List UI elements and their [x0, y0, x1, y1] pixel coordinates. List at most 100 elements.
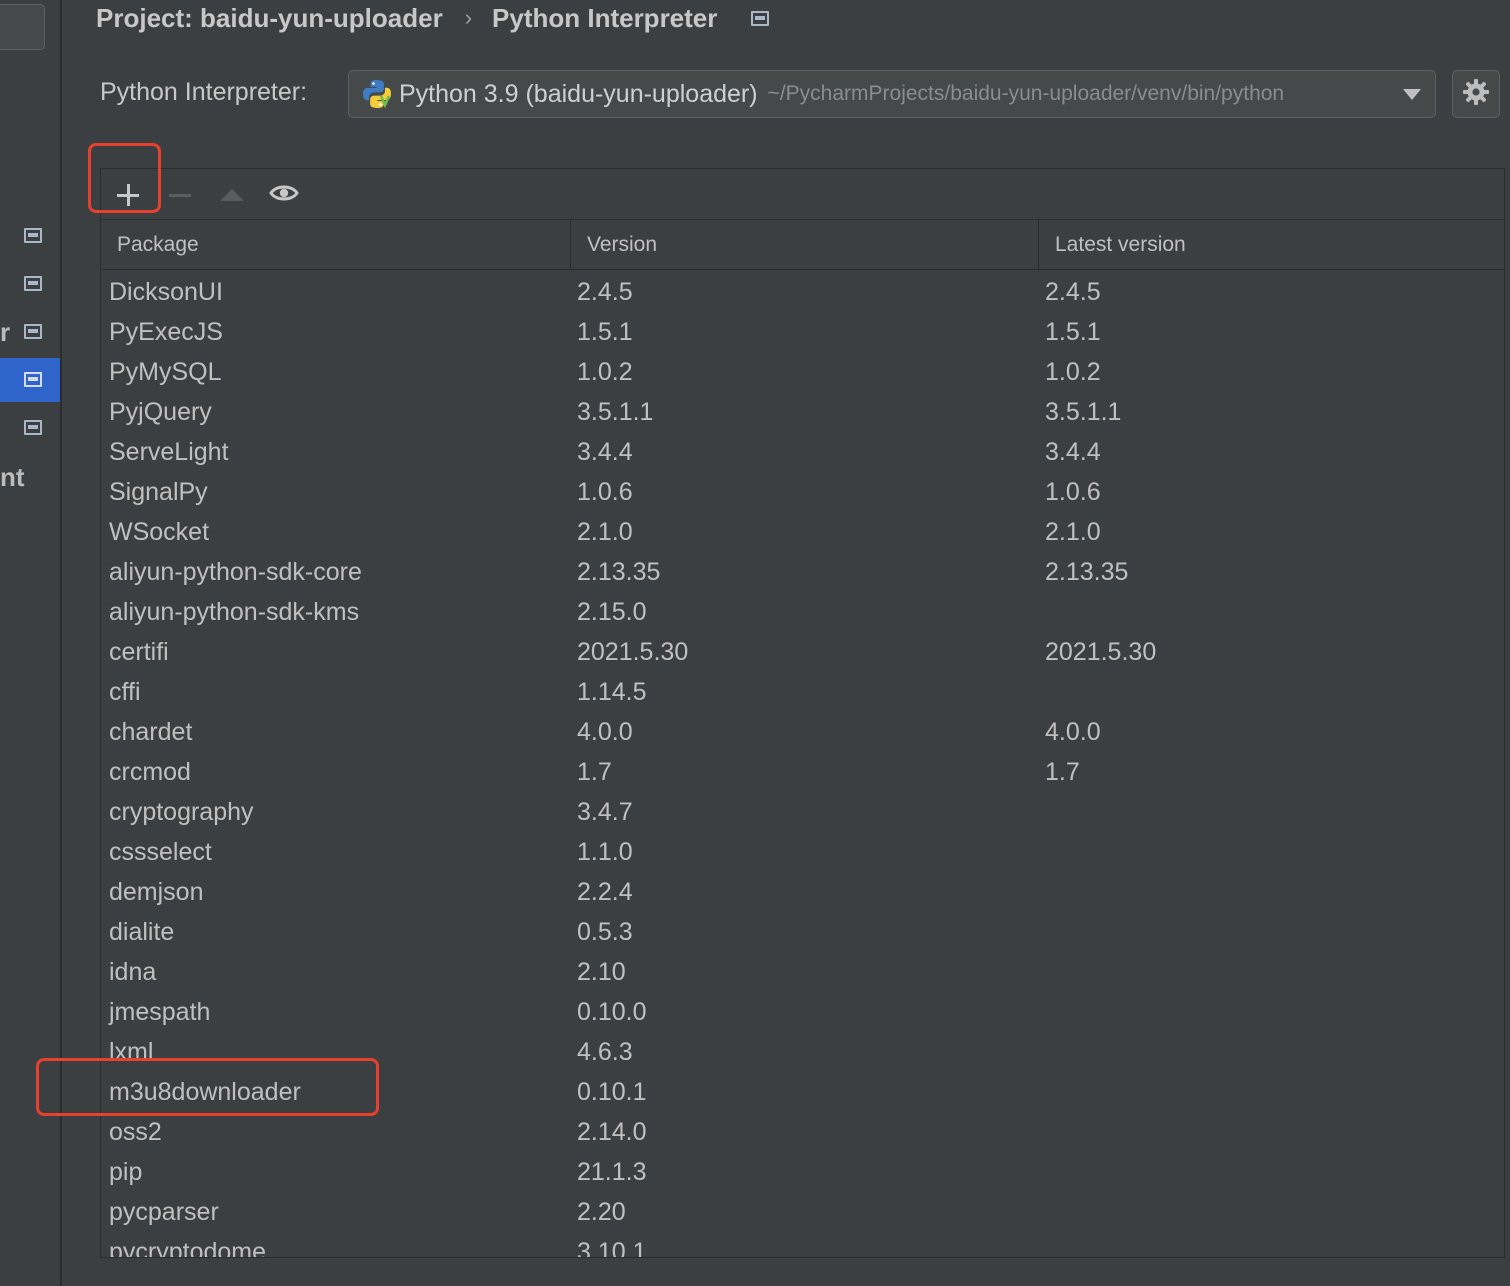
package-name: aliyun-python-sdk-core: [109, 558, 362, 586]
table-row[interactable]: ServeLight 3.4.4 3.4.4: [101, 432, 1504, 472]
package-version: 1.0.2: [577, 358, 633, 386]
package-latest-version: 1.0.2: [1045, 358, 1101, 386]
breadcrumb-separator: ›: [464, 5, 473, 30]
table-row[interactable]: oss2 2.14.0: [101, 1112, 1504, 1152]
column-header-version[interactable]: Version: [571, 220, 1039, 270]
interpreter-name: Python 3.9 (baidu-yun-uploader): [399, 79, 758, 108]
table-row[interactable]: crcmod 1.7 1.7: [101, 752, 1504, 792]
package-name: pycryptodome: [109, 1238, 267, 1257]
package-version: 1.14.5: [577, 678, 647, 706]
settings-dialog: r nt Project: baidu-yun-uploader › Pytho…: [0, 0, 1510, 1286]
package-name: pycparser: [109, 1198, 219, 1226]
interpreter-dropdown[interactable]: Python 3.9 (baidu-yun-uploader) ~/Pychar…: [348, 70, 1436, 118]
settings-search-field[interactable]: [0, 4, 45, 50]
python-venv-icon: [361, 78, 393, 110]
package-version: 4.0.0: [577, 718, 633, 746]
project-settings-icon: [24, 276, 42, 291]
table-row[interactable]: cryptography 3.4.7: [101, 792, 1504, 832]
package-latest-version: 1.0.6: [1045, 478, 1101, 506]
package-version: 2.13.35: [577, 558, 661, 586]
table-header: Package Version Latest version: [101, 220, 1504, 270]
package-version: 1.1.0: [577, 838, 633, 866]
package-version: 2.15.0: [577, 598, 647, 626]
table-row[interactable]: PyExecJS 1.5.1 1.5.1: [101, 312, 1504, 352]
package-version: 2.2.4: [577, 878, 633, 906]
package-name: SignalPy: [109, 478, 208, 506]
package-name: dialite: [109, 918, 175, 946]
column-header-latest-version[interactable]: Latest version: [1039, 220, 1504, 270]
package-name: cssselect: [109, 838, 212, 866]
package-version: 1.0.6: [577, 478, 633, 506]
package-name: ServeLight: [109, 438, 229, 466]
annotation-box-add-button: [88, 143, 161, 213]
package-latest-version: 4.0.0: [1045, 718, 1101, 746]
package-version: 21.1.3: [577, 1158, 647, 1186]
table-row[interactable]: aliyun-python-sdk-kms 2.15.0: [101, 592, 1504, 632]
annotation-box-m3u8downloader: [36, 1058, 379, 1116]
show-early-releases-button[interactable]: [266, 177, 302, 213]
table-row[interactable]: PyMySQL 1.0.2 1.0.2: [101, 352, 1504, 392]
package-name: aliyun-python-sdk-kms: [109, 598, 360, 626]
table-row[interactable]: WSocket 2.1.0 2.1.0: [101, 512, 1504, 552]
package-name: cffi: [109, 678, 141, 706]
breadcrumb: Project: baidu-yun-uploader › Python Int…: [96, 0, 770, 36]
package-version: 2.4.5: [577, 278, 633, 306]
package-latest-version: 1.7: [1045, 758, 1080, 786]
tree-item[interactable]: [0, 214, 60, 258]
package-version: 2.1.0: [577, 518, 633, 546]
package-name: pip: [109, 1158, 143, 1186]
table-row[interactable]: cffi 1.14.5: [101, 672, 1504, 712]
package-name: PyMySQL: [109, 358, 222, 386]
table-row[interactable]: DicksonUI 2.4.5 2.4.5: [101, 272, 1504, 312]
package-version: 2.20: [577, 1198, 626, 1226]
package-version: 0.5.3: [577, 918, 633, 946]
remove-package-button[interactable]: [162, 177, 198, 213]
gear-icon: [1462, 78, 1490, 111]
package-name: idna: [109, 958, 157, 986]
table-row[interactable]: demjson 2.2.4: [101, 872, 1504, 912]
interpreter-settings-button[interactable]: [1452, 70, 1500, 118]
package-name: demjson: [109, 878, 204, 906]
package-latest-version: 3.5.1.1: [1045, 398, 1122, 426]
package-version: 3.4.4: [577, 438, 633, 466]
package-latest-version: 2021.5.30: [1045, 638, 1157, 666]
project-settings-icon: [24, 372, 42, 387]
tree-item[interactable]: [0, 406, 60, 450]
package-version: 1.7: [577, 758, 612, 786]
package-version: 2021.5.30: [577, 638, 689, 666]
package-version: 3.10.1: [577, 1238, 647, 1257]
package-version: 2.14.0: [577, 1118, 647, 1146]
package-name: WSocket: [109, 518, 210, 546]
table-row[interactable]: SignalPy 1.0.6 1.0.6: [101, 472, 1504, 512]
tree-item-label: r: [0, 317, 11, 347]
table-row[interactable]: PyjQuery 3.5.1.1 3.5.1.1: [101, 392, 1504, 432]
package-name: certifi: [109, 638, 169, 666]
project-settings-icon: [24, 324, 42, 339]
package-name: oss2: [109, 1118, 162, 1146]
tree-item-python-interpreter[interactable]: [0, 358, 60, 402]
breadcrumb-project: Project: baidu-yun-uploader: [96, 2, 443, 33]
table-row[interactable]: jmespath 0.10.0: [101, 992, 1504, 1032]
table-row[interactable]: certifi 2021.5.30 2021.5.30: [101, 632, 1504, 672]
package-version: 4.6.3: [577, 1038, 633, 1066]
package-name: crcmod: [109, 758, 191, 786]
table-row[interactable]: idna 2.10: [101, 952, 1504, 992]
chevron-down-icon[interactable]: [1403, 89, 1421, 100]
tree-item-label: nt: [0, 462, 25, 492]
minus-icon: [169, 193, 191, 197]
tree-item[interactable]: [0, 262, 60, 306]
table-row[interactable]: pip 21.1.3: [101, 1152, 1504, 1192]
package-name: PyExecJS: [109, 318, 223, 346]
table-row[interactable]: chardet 4.0.0 4.0.0: [101, 712, 1504, 752]
package-latest-version: 2.4.5: [1045, 278, 1101, 306]
upgrade-package-button[interactable]: [214, 177, 250, 213]
table-row[interactable]: aliyun-python-sdk-core 2.13.35 2.13.35: [101, 552, 1504, 592]
table-row[interactable]: cssselect 1.1.0: [101, 832, 1504, 872]
table-row[interactable]: dialite 0.5.3: [101, 912, 1504, 952]
triangle-up-icon: [220, 189, 244, 201]
table-row[interactable]: pycryptodome 3.10.1: [101, 1232, 1504, 1257]
package-version: 3.4.7: [577, 798, 633, 826]
table-row[interactable]: pycparser 2.20: [101, 1192, 1504, 1232]
column-header-package[interactable]: Package: [101, 220, 571, 270]
tree-item[interactable]: r: [0, 310, 60, 354]
